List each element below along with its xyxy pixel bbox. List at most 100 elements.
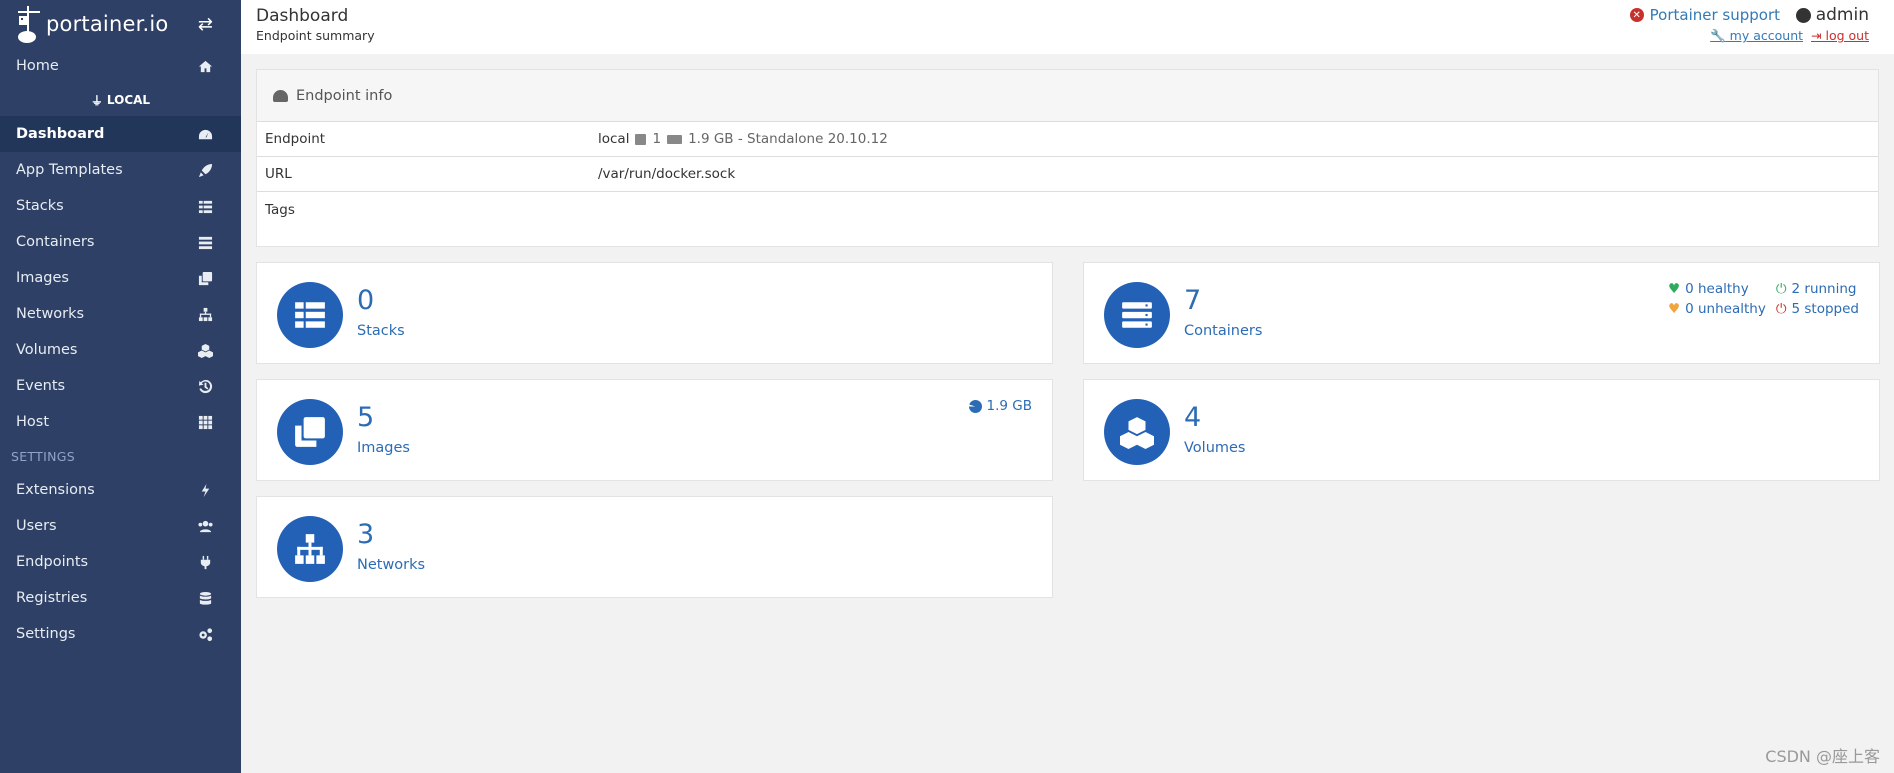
sidebar-item-host[interactable]: Host [0,404,241,440]
th-list-icon [197,198,213,214]
sign-out-icon: ⇥ [1811,28,1822,43]
sidebar-item-home[interactable]: Home [0,48,241,84]
sidebar: portainer.io ⇄ Home ⏚ LOCAL Dashboard Ap… [0,0,241,773]
memory-icon [667,134,683,144]
images-widget[interactable]: 5 Images 1.9 GB [256,379,1053,481]
containers-label: Containers [1184,323,1263,339]
endpoint-cpus: 1 [652,131,662,147]
containers-widget[interactable]: 7 Containers ♥ 0 healthy ⏻ 2 running ♥ 0 un… [1083,262,1880,364]
close-circle-icon: ✕ [1629,8,1644,22]
cogs-icon [197,626,213,642]
users-icon [197,518,213,534]
sidebar-item-containers[interactable]: Containers [0,224,241,260]
images-size: 1.9 GB [968,398,1032,414]
th-list-icon [277,282,343,348]
clone-icon [277,399,343,465]
sidebar-item-label: Containers [16,234,95,250]
url-row: URL /var/run/docker.sock [257,157,1878,192]
sidebar-item-label: Endpoints [16,554,89,570]
sidebar-item-dashboard[interactable]: Dashboard [0,116,241,152]
microchip-icon [635,133,647,145]
sidebar-item-label: Host [16,414,50,430]
power-off-icon: ⏻ [1775,301,1787,317]
page-title: Dashboard [256,6,349,26]
server-icon [197,234,213,250]
support-label: Portainer support [1649,6,1780,24]
my-account-link[interactable]: 🔧 my account [1710,28,1803,44]
sidebar-item-label: Settings [16,626,76,642]
sidebar-item-extensions[interactable]: Extensions [0,472,241,508]
portainer-logo-icon [16,4,42,44]
server-icon [1104,282,1170,348]
endpoint-info-panel: Endpoint info Endpoint local 1 1.9 GB - … [256,69,1879,247]
plug-icon [197,554,213,570]
sidebar-item-registries[interactable]: Registries [0,580,241,616]
sidebar-item-images[interactable]: Images [0,260,241,296]
tachometer-icon [273,89,288,102]
tags-row: Tags [257,192,1878,227]
user-circle-icon [1795,7,1811,23]
stacks-widget[interactable]: 0 Stacks [256,262,1053,364]
containers-count: 7 [1184,285,1202,316]
username: admin [1815,5,1869,25]
sidebar-item-settings[interactable]: Settings [0,616,241,652]
images-count: 5 [357,402,375,433]
sidebar-item-endpoints[interactable]: Endpoints [0,544,241,580]
endpoint-name: local [598,131,630,147]
sidebar-item-networks[interactable]: Networks [0,296,241,332]
stopped-status: ⏻ 5 stopped [1775,301,1859,317]
images-label: Images [357,440,410,456]
endpoint-row: Endpoint local 1 1.9 GB - Standalone 20.… [257,122,1878,157]
sidebar-item-events[interactable]: Events [0,368,241,404]
toggle-sidebar-icon[interactable]: ⇄ [198,14,213,35]
home-icon [197,58,213,74]
networks-label: Networks [357,557,426,573]
volumes-count: 4 [1184,402,1202,433]
database-icon [197,590,213,606]
sidebar-item-volumes[interactable]: Volumes [0,332,241,368]
sidebar-item-label: Dashboard [16,126,105,142]
endpoint-info-heading: Endpoint info [257,70,1878,122]
networks-widget[interactable]: 3 Networks [256,496,1053,598]
url-key: URL [265,166,292,182]
stacks-count: 0 [357,285,375,316]
page-subtitle: Endpoint summary [256,28,375,43]
volumes-widget[interactable]: 4 Volumes [1083,379,1880,481]
endpoint-key: Endpoint [265,131,326,147]
user-display: admin [1795,5,1869,25]
brand[interactable]: portainer.io ⇄ [0,0,241,48]
rocket-icon [197,162,213,178]
sidebar-item-stacks[interactable]: Stacks [0,188,241,224]
bolt-icon [197,482,213,498]
unhealthy-status: ♥ 0 unhealthy [1668,301,1766,317]
plug-icon: ⏚ [90,93,103,108]
endpoint-memory: 1.9 GB - Standalone 20.10.12 [688,131,888,147]
cubes-icon [197,342,213,358]
running-status: ⏻ 2 running [1775,281,1857,297]
logout-link[interactable]: ⇥ log out [1811,28,1869,44]
heartbeat-icon: ♥ [1668,301,1681,317]
watermark: CSDN @座上客 [1765,747,1880,766]
settings-section-label: SETTINGS [11,448,75,464]
sidebar-item-label: Home [16,58,59,74]
sidebar-item-label: Images [16,270,69,286]
sidebar-item-users[interactable]: Users [0,508,241,544]
container-status-summary: ♥ 0 healthy ⏻ 2 running ♥ 0 unhealthy ⏻ 5 st… [1668,281,1859,317]
account-links: 🔧 my account ⇥ log out [1710,28,1869,44]
power-on-icon: ⏻ [1775,281,1787,297]
sidebar-item-label: Stacks [16,198,64,214]
stacks-label: Stacks [357,323,405,339]
th-icon [197,414,213,430]
sitemap-icon [277,516,343,582]
sidebar-item-label: Registries [16,590,88,606]
portainer-support-link[interactable]: ✕ Portainer support [1629,6,1780,24]
page-header: Dashboard Endpoint summary ✕ Portainer s… [241,0,1894,54]
sitemap-icon [197,306,213,322]
sidebar-item-app-templates[interactable]: App Templates [0,152,241,188]
networks-count: 3 [357,519,375,550]
endpoint-name-label: ⏚ LOCAL [90,93,151,108]
sidebar-item-label: Networks [16,306,85,322]
sidebar-item-label: Volumes [16,342,78,358]
brand-name: portainer.io [46,12,169,36]
sidebar-item-label: App Templates [16,162,123,178]
